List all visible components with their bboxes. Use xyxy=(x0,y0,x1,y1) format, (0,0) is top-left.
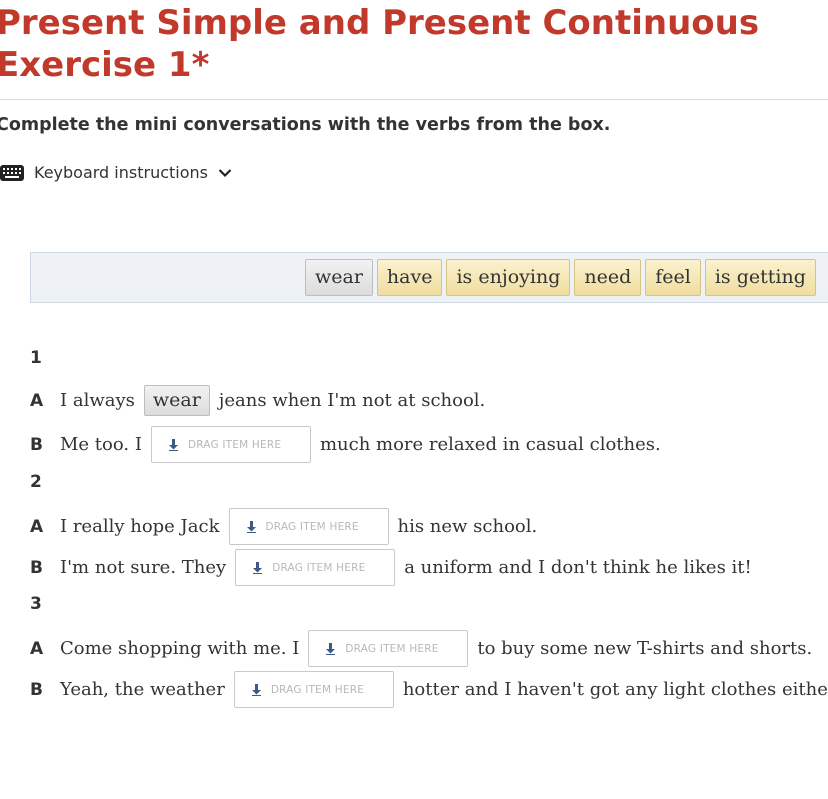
answer-drop-zone[interactable]: DRAG ITEM HERE xyxy=(233,671,394,708)
chevron-down-icon xyxy=(218,168,232,177)
line-text-after: jeans when I'm not at school. xyxy=(218,390,486,411)
keyboard-icon xyxy=(0,164,24,181)
word-bank-items: wear have is enjoying need feel is getti… xyxy=(305,259,816,296)
word-chip-wear[interactable]: wear xyxy=(305,259,373,296)
arrow-down-icon xyxy=(253,561,263,574)
arrow-down-icon xyxy=(168,438,178,451)
speaker-label: B xyxy=(30,434,43,455)
arrow-down-icon xyxy=(326,642,336,655)
answer-drop-zone[interactable]: DRAG ITEM HERE xyxy=(228,508,389,545)
line-text-before: Come shopping with me. I xyxy=(60,638,300,659)
divider xyxy=(0,99,828,100)
dialogue-line: B I'm not sure. They DRAG ITEM HERE a un… xyxy=(30,549,752,586)
drop-zone-placeholder: DRAG ITEM HERE xyxy=(265,520,359,533)
line-text-before: I always xyxy=(60,390,135,411)
question-number: 2 xyxy=(30,472,42,492)
question-number: 3 xyxy=(30,594,42,614)
answer-slot-filled[interactable]: wear xyxy=(143,385,210,416)
speaker-label: B xyxy=(30,679,43,700)
dialogue-line: A I really hope Jack DRAG ITEM HERE his … xyxy=(30,508,537,545)
arrow-down-icon xyxy=(251,683,261,696)
question-number: 1 xyxy=(30,348,42,368)
answer-drop-zone[interactable]: DRAG ITEM HERE xyxy=(235,549,396,586)
dialogue-line: B Yeah, the weather DRAG ITEM HERE hotte… xyxy=(30,671,828,708)
line-text-after: much more relaxed in casual clothes. xyxy=(319,434,661,455)
word-chip-have[interactable]: have xyxy=(376,259,443,296)
dialogue-line: B Me too. I DRAG ITEM HERE much more rel… xyxy=(30,426,661,463)
line-text-before: I'm not sure. They xyxy=(60,557,227,578)
speaker-label: A xyxy=(30,390,44,411)
line-text-after: a uniform and I don't think he likes it! xyxy=(404,557,752,578)
exercise-instruction: Complete the mini conversations with the… xyxy=(0,115,611,135)
speaker-label: B xyxy=(30,557,43,578)
drop-zone-placeholder: DRAG ITEM HERE xyxy=(272,561,366,574)
dialogue-line: A Come shopping with me. I DRAG ITEM HER… xyxy=(30,630,812,667)
line-text-after: to buy some new T-shirts and shorts. xyxy=(477,638,813,659)
page-title: Present Simple and Present Continuous Ex… xyxy=(0,3,760,85)
keyboard-instructions-toggle[interactable]: Keyboard instructions xyxy=(0,163,232,182)
drop-zone-placeholder: DRAG ITEM HERE xyxy=(345,642,439,655)
line-text-before: Yeah, the weather xyxy=(60,679,225,700)
word-chip-is-getting[interactable]: is getting xyxy=(704,259,816,296)
dialogue-line: A I always wear jeans when I'm not at sc… xyxy=(30,382,485,419)
word-chip-need[interactable]: need xyxy=(574,259,642,296)
arrow-down-icon xyxy=(246,520,256,533)
speaker-label: A xyxy=(30,638,44,659)
speaker-label: A xyxy=(30,516,44,537)
drop-zone-placeholder: DRAG ITEM HERE xyxy=(187,438,282,451)
line-text-before: I really hope Jack xyxy=(60,516,220,537)
line-text-after: hotter and I haven't got any light cloth… xyxy=(402,679,828,700)
line-text-after: his new school. xyxy=(397,516,538,537)
answer-drop-zone[interactable]: DRAG ITEM HERE xyxy=(308,630,469,667)
keyboard-instructions-label: Keyboard instructions xyxy=(34,163,208,182)
word-chip-feel[interactable]: feel xyxy=(645,259,701,296)
answer-drop-zone[interactable]: DRAG ITEM HERE xyxy=(150,426,311,463)
line-text-before: Me too. I xyxy=(60,434,142,455)
drop-zone-placeholder: DRAG ITEM HERE xyxy=(270,683,365,696)
word-chip-is-enjoying[interactable]: is enjoying xyxy=(446,259,571,296)
